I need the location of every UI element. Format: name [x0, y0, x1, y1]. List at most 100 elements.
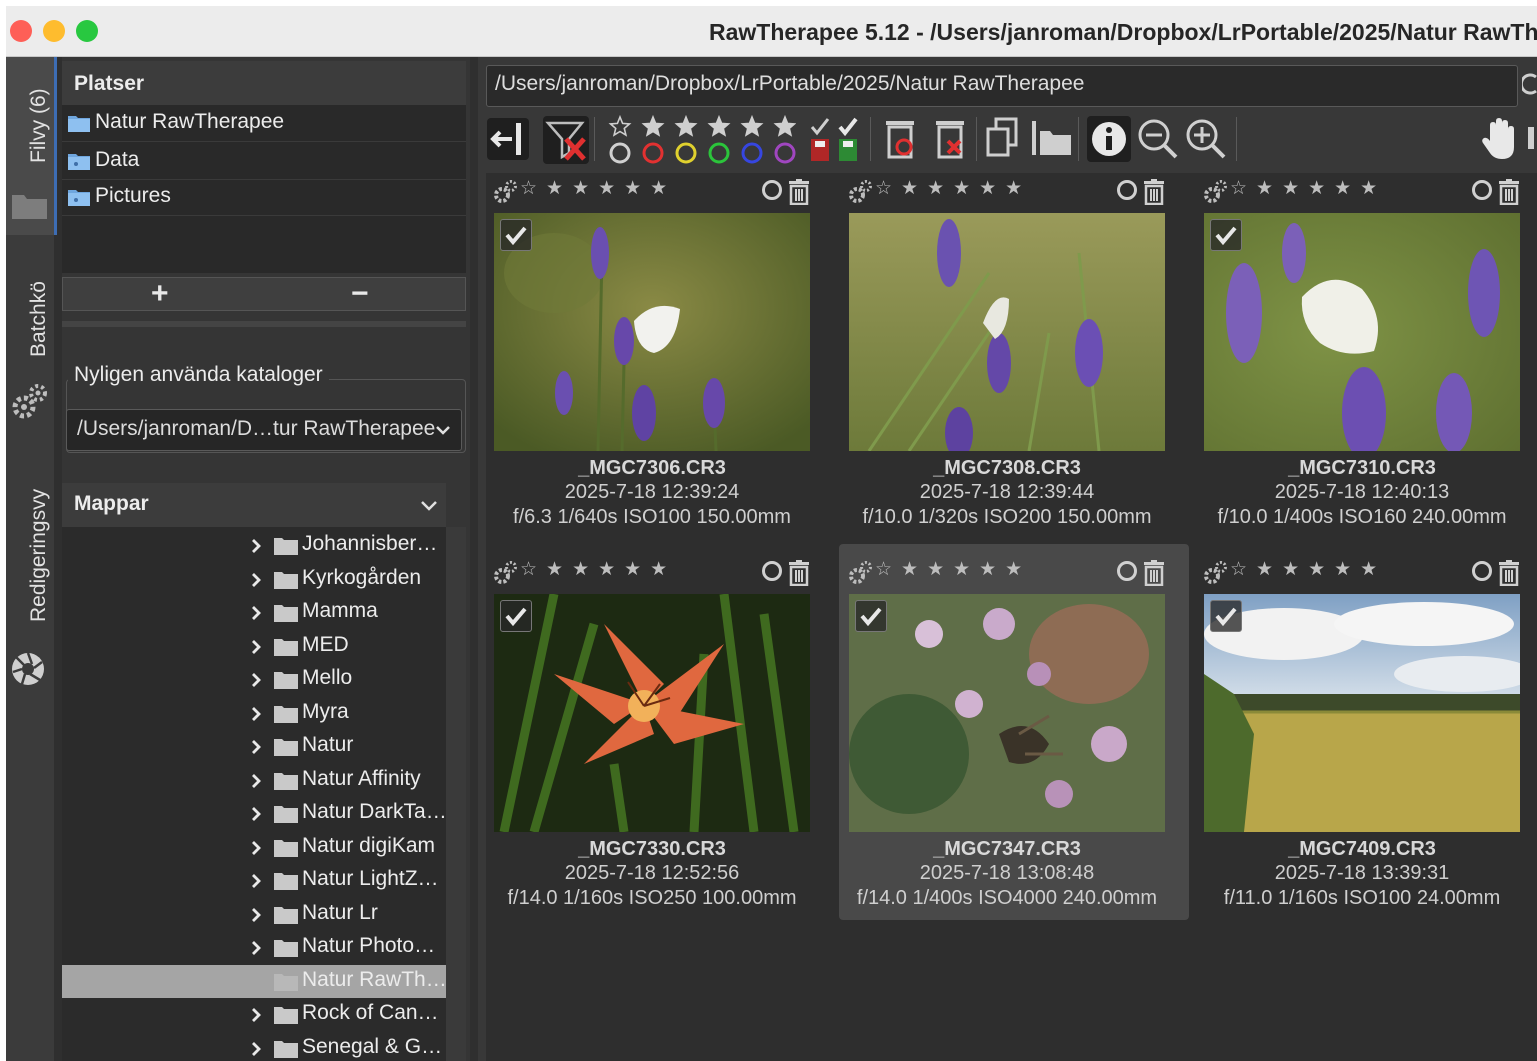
folder-row[interactable]: Natur RawTh… [62, 964, 447, 998]
star-rating[interactable]: ☆★★★★★ [520, 558, 676, 581]
color-label-icon[interactable] [762, 561, 782, 581]
trash-icon[interactable] [1143, 179, 1165, 205]
chevron-right-icon[interactable] [250, 1041, 262, 1057]
chevron-right-icon[interactable] [250, 940, 262, 956]
folders-scrollbar[interactable] [446, 527, 466, 1061]
minimize-window-button[interactable] [43, 20, 65, 42]
thumbnail-image[interactable] [494, 594, 810, 832]
thumbnail-image[interactable] [849, 594, 1165, 832]
star-rating[interactable]: ☆★★★★★ [1230, 558, 1386, 581]
color-label-icon[interactable] [1472, 561, 1492, 581]
place-item[interactable]: Pictures [62, 179, 466, 216]
thumbnail-card[interactable]: ☆★★★★★ _MGC7409.CR3 2025-7-18 13:39:31 f/11… [1194, 544, 1537, 920]
chevron-right-icon[interactable] [250, 538, 262, 554]
chevron-right-icon[interactable] [250, 605, 262, 621]
color-label-icon[interactable] [642, 142, 664, 164]
hand-icon[interactable] [1480, 117, 1520, 163]
place-item[interactable]: Data [62, 143, 466, 180]
zoom-window-button[interactable] [76, 20, 98, 42]
folder-row[interactable]: Natur DarkTa… [62, 797, 447, 830]
folders-header[interactable]: Mappar [62, 483, 446, 527]
folder-row[interactable]: Rock of Can… [62, 998, 446, 1031]
info-icon[interactable] [1086, 115, 1132, 163]
check-icon[interactable] [500, 219, 532, 251]
thumbnail-card[interactable]: ☆★★★★★ _MGC7347.CR3 2025-7-18 13:08:48 f/14… [839, 544, 1189, 920]
trash-icon[interactable] [1498, 560, 1520, 586]
check-icon[interactable] [1210, 600, 1242, 632]
folder-row[interactable]: Mello [62, 663, 446, 696]
color-label-icon[interactable] [762, 180, 782, 200]
chevron-right-icon[interactable] [250, 706, 262, 722]
trash-icon[interactable] [1143, 560, 1165, 586]
chevron-right-icon[interactable] [250, 806, 262, 822]
trash-icon[interactable] [1498, 179, 1520, 205]
star-rating[interactable]: ☆★★★★★ [1230, 177, 1386, 200]
thumbnail-card[interactable]: ☆★★★★★ _MGC7306.CR3 2025-7-18 12:39:24 f/6.… [484, 163, 834, 539]
chevron-right-icon[interactable] [250, 773, 262, 789]
filter-clear-icon[interactable] [542, 115, 590, 165]
path-field[interactable]: /Users/janroman/Dropbox/LrPortable/2025/… [486, 65, 1518, 107]
toolbar-overflow[interactable] [1528, 127, 1534, 149]
refresh-icon[interactable] [1522, 71, 1537, 97]
star-rating[interactable]: ☆★★★★★ [520, 177, 676, 200]
folder-row[interactable]: MED [62, 630, 446, 663]
folder-row[interactable]: Natur Photo… [62, 931, 446, 964]
star-icon[interactable] [773, 114, 797, 137]
color-label-icon[interactable] [741, 142, 763, 164]
check-icon[interactable] [1210, 219, 1242, 251]
folder-original-icon[interactable] [1030, 119, 1074, 159]
folder-row[interactable]: Mamma [62, 596, 446, 629]
star-rating[interactable]: ☆★★★★★ [875, 177, 1031, 200]
folder-row[interactable]: Natur [62, 730, 446, 763]
color-label-icon[interactable] [708, 142, 730, 164]
panel-separator[interactable] [62, 321, 466, 327]
check-icon[interactable] [500, 600, 532, 632]
remove-place-button[interactable]: − [351, 277, 369, 311]
recent-dirs-combo[interactable]: /Users/janroman/D…tur RawTherapee [66, 409, 462, 451]
folder-row[interactable]: Kyrkogården [62, 563, 446, 596]
chevron-right-icon[interactable] [250, 1007, 262, 1023]
star-icon[interactable] [707, 114, 731, 137]
chevron-right-icon[interactable] [250, 672, 262, 688]
tab-queue-label[interactable]: Batchkö [27, 281, 51, 357]
star-icon[interactable] [641, 114, 665, 137]
copies-icon[interactable] [984, 117, 1024, 161]
color-label-icon[interactable] [609, 142, 631, 164]
star-icon[interactable] [674, 114, 698, 137]
hide-left-panel-icon[interactable] [486, 117, 530, 161]
thumbnail-card[interactable]: ☆★★★★★ _MGC7310.CR3 2025-7-18 12:40:13 f/10… [1194, 163, 1537, 539]
place-item[interactable]: Natur RawTherapee [62, 105, 466, 142]
tab-editor-label[interactable]: Redigeringsvy [27, 489, 51, 622]
close-window-button[interactable] [10, 20, 32, 42]
folder-row[interactable]: Natur LightZ… [62, 864, 446, 897]
color-label-icon[interactable] [675, 142, 697, 164]
chevron-right-icon[interactable] [250, 572, 262, 588]
add-place-button[interactable]: + [151, 277, 169, 311]
tab-filebrowser-label[interactable]: Filvy (6) [27, 88, 51, 163]
thumbnail-image[interactable] [1204, 594, 1520, 832]
thumbnail-card[interactable]: ☆★★★★★ _MGC7330.CR3 2025-7-18 12:52:56 f/14… [484, 544, 834, 920]
zoom-in-icon[interactable] [1184, 117, 1228, 161]
check-icon[interactable] [855, 600, 887, 632]
folder-row[interactable]: Natur Lr [62, 898, 446, 931]
thumbnail-image[interactable] [849, 213, 1165, 451]
edited-filter-icon[interactable] [806, 115, 862, 165]
chevron-right-icon[interactable] [250, 907, 262, 923]
zoom-out-icon[interactable] [1136, 117, 1180, 161]
rating-filter-icons[interactable] [606, 113, 797, 167]
star-icon[interactable] [608, 114, 632, 137]
chevron-right-icon[interactable] [250, 639, 262, 655]
chevron-right-icon[interactable] [250, 840, 262, 856]
color-label-icon[interactable] [1117, 561, 1137, 581]
folder-row[interactable]: Natur digiKam [62, 831, 446, 864]
trash-icon[interactable] [788, 179, 810, 205]
trash-filter-icon[interactable] [880, 115, 920, 163]
color-label-icon[interactable] [1117, 180, 1137, 200]
folder-row[interactable]: Natur Affinity [62, 764, 446, 797]
thumbnail-card[interactable]: ☆★★★★★ _MGC7308.CR3 2025-7-18 12:39:44 f/10… [839, 163, 1189, 539]
chevron-right-icon[interactable] [250, 739, 262, 755]
folder-row[interactable]: Senegal & G… [62, 1032, 446, 1061]
star-rating[interactable]: ☆★★★★★ [875, 558, 1031, 581]
star-icon[interactable] [740, 114, 764, 137]
trash-hide-icon[interactable] [930, 115, 970, 163]
